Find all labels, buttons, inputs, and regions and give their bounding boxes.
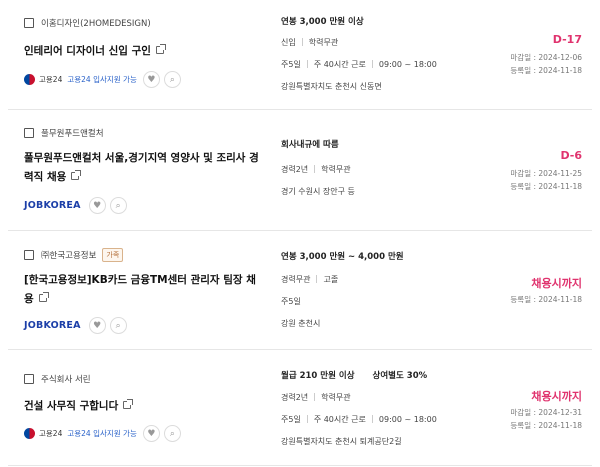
brand-name: 고용24 xyxy=(39,75,63,84)
dday-badge: 채용시까지 xyxy=(531,390,582,403)
heart-icon[interactable]: ♥ xyxy=(142,71,160,88)
source-brand: 고용24 고용24 입사지원 가능 ♥ ⌕ xyxy=(24,425,185,442)
work-conditions: 주5일 주 40시간 근로 09:00 ~ 18:00 xyxy=(281,60,437,69)
requirements: 신입 학력무관 xyxy=(281,38,339,47)
registered-date: 등록일 : 2024-11-18 xyxy=(510,421,582,430)
job-card: ㈜한국고용정보 가족 [한국고용정보]KB카드 금융TM센터 관리자 팀장 채용… xyxy=(8,232,592,350)
external-link-icon[interactable] xyxy=(71,170,82,180)
requirements: 경력무관 고졸 xyxy=(281,275,339,284)
requirements: 경력2년 학력무관 xyxy=(281,393,351,402)
location: 강원특별자치도 춘천시 퇴계공단2길 xyxy=(281,437,402,446)
search-icon[interactable]: ⌕ xyxy=(109,317,127,334)
deadline-date: 마감일 : 2024-12-06 xyxy=(510,53,582,62)
select-checkbox[interactable] xyxy=(24,18,34,28)
dday-badge: 채용시까지 xyxy=(531,277,582,290)
source-brand: JOBKOREA ♥ ⌕ xyxy=(24,197,131,214)
job-card: 풀무원푸드앤컬처 풀무원푸드앤컬처 서울,경기지역 영양사 및 조리사 경력직 … xyxy=(8,111,592,231)
deadline-date: 마감일 : 2024-12-31 xyxy=(510,408,582,417)
dday-badge: D-6 xyxy=(560,149,582,162)
external-link-icon[interactable] xyxy=(38,292,49,302)
family-badge: 가족 xyxy=(102,248,124,262)
job-card: 이홈디자인(2HOMEDESIGN) 인테리어 디자이너 신입 구인 고용24 … xyxy=(8,0,592,110)
search-icon[interactable]: ⌕ xyxy=(109,197,127,214)
bonus-info: 상여별도 30% xyxy=(372,371,428,381)
goyong24-logo-icon xyxy=(24,74,35,85)
source-brand: 고용24 고용24 입사지원 가능 ♥ ⌕ xyxy=(24,71,185,88)
deadline-date: 마감일 : 2024-11-25 xyxy=(510,169,582,178)
work-conditions: 주5일 xyxy=(281,297,301,306)
registered-date: 등록일 : 2024-11-18 xyxy=(510,182,582,191)
company-header: 이홈디자인(2HOMEDESIGN) xyxy=(24,17,151,29)
salary: 연봉 3,000 만원 이상 xyxy=(281,17,364,27)
company-name[interactable]: 주식회사 서린 xyxy=(41,373,91,385)
search-icon[interactable]: ⌕ xyxy=(163,71,181,88)
location: 강원 춘천시 xyxy=(281,319,321,328)
job-card: 주식회사 서린 건설 사무직 구합니다 고용24 고용24 입사지원 가능 ♥ … xyxy=(8,351,592,466)
heart-icon[interactable]: ♥ xyxy=(88,317,106,334)
apply-available-label: 고용24 입사지원 가능 xyxy=(67,75,137,84)
salary: 월급 210 만원 이상 상여별도 30% xyxy=(281,371,428,381)
registered-date: 등록일 : 2024-11-18 xyxy=(510,295,582,304)
apply-available-label: 고용24 입사지원 가능 xyxy=(67,429,137,438)
salary: 회사내규에 따름 xyxy=(281,140,339,150)
company-name[interactable]: ㈜한국고용정보 xyxy=(41,249,96,261)
external-link-icon[interactable] xyxy=(123,399,134,409)
location: 강원특별자치도 춘천시 신동면 xyxy=(281,82,382,91)
requirements: 경력2년 학력무관 xyxy=(281,165,351,174)
brand-name: 고용24 xyxy=(39,429,63,438)
source-brand: JOBKOREA ♥ ⌕ xyxy=(24,317,131,334)
company-name[interactable]: 풀무원푸드앤컬처 xyxy=(41,127,104,139)
registered-date: 등록일 : 2024-11-18 xyxy=(510,66,582,75)
salary: 연봉 3,000 만원 ~ 4,000 만원 xyxy=(281,252,404,262)
location: 경기 수원시 장안구 등 xyxy=(281,187,355,196)
company-name[interactable]: 이홈디자인(2HOMEDESIGN) xyxy=(41,17,151,29)
job-title[interactable]: [한국고용정보]KB카드 금융TM센터 관리자 팀장 채용 xyxy=(24,271,260,309)
select-checkbox[interactable] xyxy=(24,250,34,260)
external-link-icon[interactable] xyxy=(155,44,166,54)
dday-badge: D-17 xyxy=(552,33,582,46)
heart-icon[interactable]: ♥ xyxy=(88,197,106,214)
company-header: 주식회사 서린 xyxy=(24,373,91,385)
job-title[interactable]: 풀무원푸드앤컬처 서울,경기지역 영양사 및 조리사 경력직 채용 xyxy=(24,149,260,187)
job-title[interactable]: 인테리어 디자이너 신입 구인 xyxy=(24,42,260,61)
company-header: 풀무원푸드앤컬처 xyxy=(24,127,104,139)
company-header: ㈜한국고용정보 가족 xyxy=(24,248,124,262)
select-checkbox[interactable] xyxy=(24,374,34,384)
jobkorea-logo: JOBKOREA xyxy=(24,200,81,211)
work-conditions: 주5일 주 40시간 근로 09:00 ~ 18:00 xyxy=(281,415,437,424)
goyong24-logo-icon xyxy=(24,428,35,439)
search-icon[interactable]: ⌕ xyxy=(163,425,181,442)
jobkorea-logo: JOBKOREA xyxy=(24,320,81,331)
heart-icon[interactable]: ♥ xyxy=(142,425,160,442)
select-checkbox[interactable] xyxy=(24,128,34,138)
job-title[interactable]: 건설 사무직 구합니다 xyxy=(24,397,260,416)
